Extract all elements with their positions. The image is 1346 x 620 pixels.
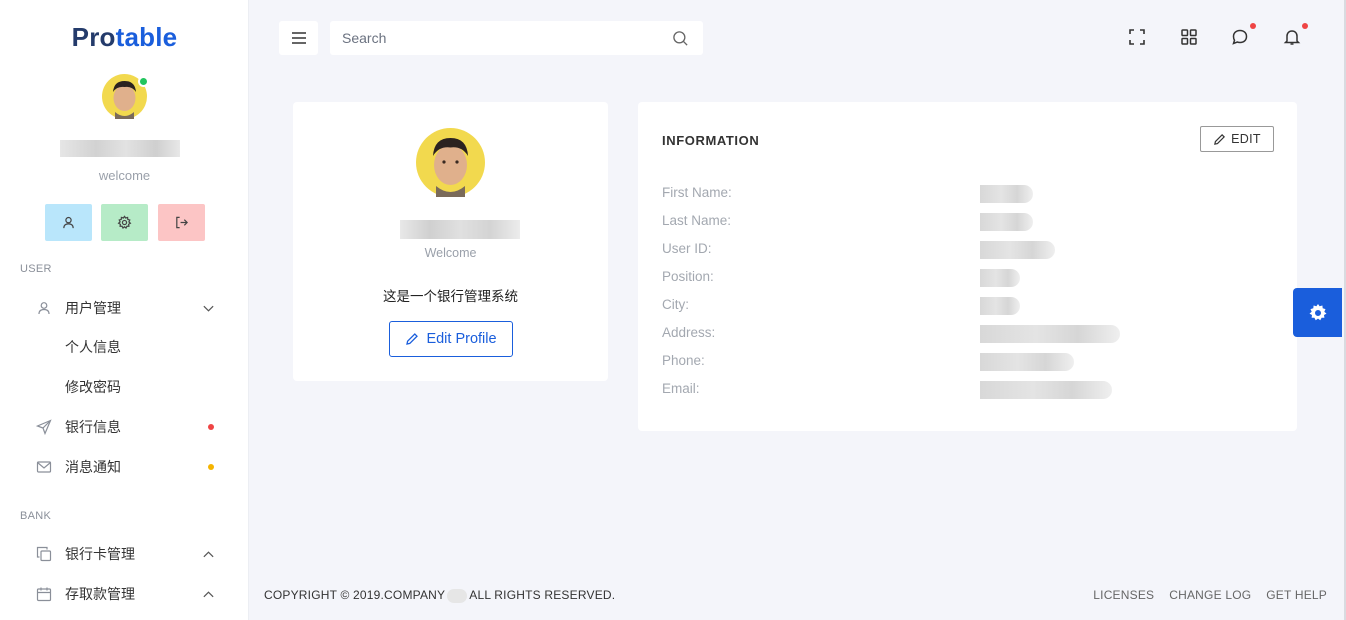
search-box [330, 21, 703, 55]
logout-quick-button[interactable] [158, 204, 205, 241]
online-status-dot [138, 76, 149, 87]
redacted-value [980, 353, 1074, 371]
edit-profile-button[interactable]: Edit Profile [389, 321, 513, 357]
chevron-down-icon [203, 305, 214, 312]
chevron-up-icon [203, 550, 214, 557]
menu-toggle-button[interactable] [279, 21, 318, 55]
redacted-company [447, 588, 468, 603]
apps-button[interactable] [1179, 27, 1199, 47]
brand-logo[interactable]: Protable [0, 22, 249, 53]
sidebar-item-bank-info[interactable]: 银行信息 [0, 412, 249, 442]
sidebar-item-messages[interactable]: 消息通知 [0, 452, 249, 482]
redacted-value [980, 241, 1055, 259]
calendar-icon [35, 586, 52, 603]
sidebar: Protable welcome USER 用户管理 个人信息 修改密码 银行信… [0, 0, 249, 620]
settings-quick-button[interactable] [101, 204, 148, 241]
information-title: INFORMATION [662, 133, 760, 148]
mail-icon [35, 459, 52, 476]
information-card: INFORMATION EDIT First Name: Last Name: … [638, 102, 1297, 431]
info-row-city: City: [662, 297, 1282, 315]
logout-icon [176, 216, 188, 229]
footer-copyright: COPYRIGHT © 2019.COMPANY ALL RIGHTS RESER… [264, 588, 616, 603]
chat-button[interactable] [1230, 23, 1256, 47]
redacted-username [400, 220, 520, 239]
footer-link-get-help[interactable]: GET HELP [1266, 588, 1327, 602]
footer-link-licenses[interactable]: LICENSES [1093, 588, 1154, 602]
redacted-value [980, 325, 1120, 343]
footer-links: LICENSES CHANGE LOG GET HELP [1093, 588, 1327, 602]
sidebar-welcome: welcome [98, 168, 151, 183]
sidebar-item-user-management[interactable]: 用户管理 [0, 293, 249, 323]
chevron-up-icon [203, 590, 214, 597]
notifications-button[interactable] [1282, 23, 1308, 47]
pencil-icon [406, 333, 419, 345]
avatar[interactable] [102, 74, 149, 119]
menu-icon [291, 32, 306, 44]
redacted-value [980, 297, 1020, 315]
notification-dot-yellow [208, 464, 214, 470]
sidebar-item-card-management[interactable]: 银行卡管理 [0, 539, 249, 569]
bell-notification-dot [1302, 23, 1308, 29]
info-row-last-name: Last Name: [662, 213, 1282, 231]
info-row-address: Address: [662, 325, 1282, 343]
search-icon[interactable] [672, 30, 689, 47]
fullscreen-icon [1129, 29, 1145, 45]
footer-link-change-log[interactable]: CHANGE LOG [1169, 588, 1251, 602]
gear-icon [117, 215, 132, 229]
apps-grid-icon [1181, 29, 1197, 45]
theme-settings-button[interactable] [1293, 288, 1342, 337]
redacted-value [980, 213, 1033, 231]
section-label-user: USER [20, 263, 52, 275]
redacted-value [980, 269, 1020, 287]
profile-description: 这是一个银行管理系统 [383, 289, 518, 304]
user-icon [35, 300, 52, 317]
chat-notification-dot [1250, 23, 1256, 29]
gear-icon [1309, 303, 1326, 320]
profile-welcome: Welcome [424, 246, 477, 260]
info-row-email: Email: [662, 381, 1282, 399]
section-label-bank: BANK [20, 510, 52, 522]
info-row-position: Position: [662, 269, 1282, 287]
edit-information-button[interactable]: EDIT [1200, 126, 1274, 152]
notification-dot-red [208, 424, 214, 430]
sidebar-item-personal-info[interactable]: 个人信息 [0, 332, 249, 362]
info-row-phone: Phone: [662, 353, 1282, 371]
search-input[interactable] [330, 21, 703, 55]
profile-quick-button[interactable] [45, 204, 92, 241]
profile-avatar [416, 128, 485, 197]
user-icon [63, 216, 74, 229]
bell-icon [1283, 30, 1301, 45]
copy-icon [35, 546, 52, 563]
info-row-user-id: User ID: [662, 241, 1282, 259]
redacted-value [980, 381, 1112, 399]
chat-icon [1232, 29, 1248, 45]
pencil-icon [1214, 133, 1226, 145]
profile-card: Welcome 这是一个银行管理系统 Edit Profile [293, 102, 608, 381]
fullscreen-button[interactable] [1127, 27, 1147, 47]
info-row-first-name: First Name: [662, 185, 1282, 203]
sidebar-item-deposit-management[interactable]: 存取款管理 [0, 579, 249, 609]
send-icon [35, 419, 52, 436]
sidebar-item-change-password[interactable]: 修改密码 [0, 372, 249, 402]
redacted-username [60, 140, 180, 157]
redacted-value [980, 185, 1033, 203]
